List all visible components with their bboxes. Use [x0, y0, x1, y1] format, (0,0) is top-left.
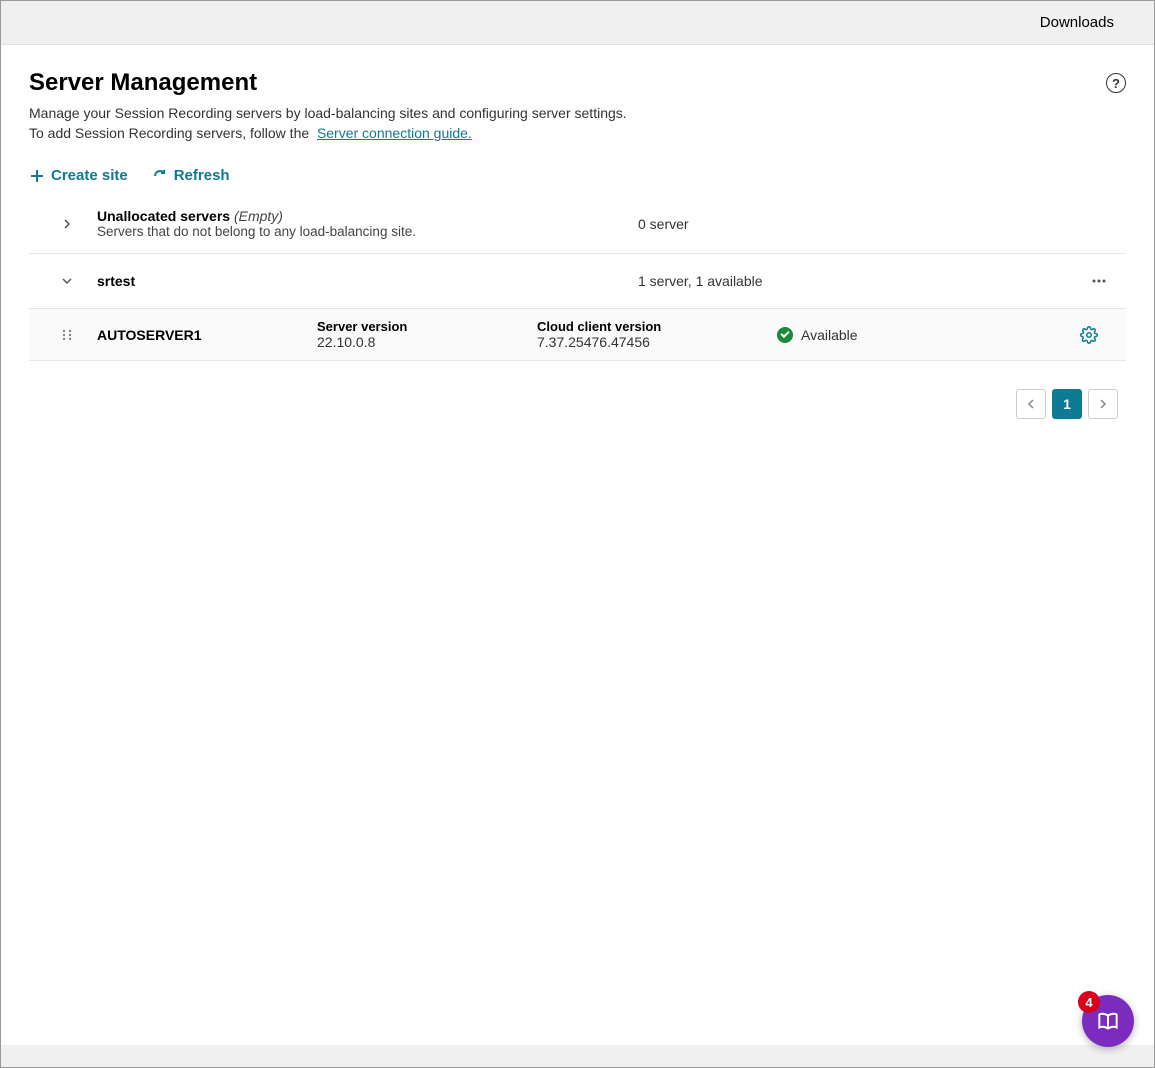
status-block: Available: [757, 327, 1037, 343]
help-icon[interactable]: ?: [1106, 73, 1126, 93]
help-fab-button[interactable]: 4: [1082, 995, 1134, 1047]
pagination: 1: [29, 389, 1126, 419]
server-connection-guide-link[interactable]: Server connection guide.: [317, 125, 472, 141]
refresh-label: Refresh: [174, 167, 230, 184]
downloads-link[interactable]: Downloads: [1040, 14, 1114, 31]
page-1-button[interactable]: 1: [1052, 389, 1082, 419]
refresh-icon: [152, 168, 168, 184]
unallocated-count: 0 server: [638, 216, 1038, 232]
top-bar: Downloads: [1, 1, 1154, 45]
site-more-actions[interactable]: [1038, 272, 1118, 290]
server-name: AUTOSERVER1: [97, 327, 317, 343]
server-settings-button[interactable]: [1037, 326, 1118, 344]
chevron-right-icon: [1097, 398, 1109, 410]
chevron-left-icon: [1025, 398, 1037, 410]
plus-icon: [29, 168, 45, 184]
client-version-block: Cloud client version 7.37.25476.47456: [537, 319, 757, 350]
desc-prefix: To add Session Recording servers, follow…: [29, 125, 309, 141]
server-version-label: Server version: [317, 319, 537, 334]
page-title: Server Management: [29, 69, 627, 97]
status-text: Available: [801, 327, 858, 343]
drag-handle[interactable]: [37, 328, 97, 342]
server-version-block: Server version 22.10.0.8: [317, 319, 537, 350]
site-name: srtest: [97, 273, 638, 289]
client-version-value: 7.37.25476.47456: [537, 334, 757, 350]
expand-toggle-unallocated[interactable]: [37, 216, 97, 232]
server-row: AUTOSERVER1 Server version 22.10.0.8 Clo…: [29, 309, 1126, 361]
server-version-value: 22.10.0.8: [317, 334, 537, 350]
book-icon: [1095, 1008, 1121, 1034]
drag-vertical-icon: [60, 328, 74, 342]
check-circle-icon: [777, 327, 793, 343]
main-content: Server Management Manage your Session Re…: [1, 45, 1154, 1045]
chevron-down-icon: [59, 273, 75, 289]
site-row-srtest: srtest 1 server, 1 available: [29, 254, 1126, 309]
refresh-button[interactable]: Refresh: [152, 167, 230, 184]
site-count: 1 server, 1 available: [638, 273, 1038, 289]
chevron-right-icon: [59, 216, 75, 232]
page-description-2: To add Session Recording servers, follow…: [29, 125, 627, 141]
client-version-label: Cloud client version: [537, 319, 757, 334]
notification-badge: 4: [1078, 991, 1100, 1013]
page-description-1: Manage your Session Recording servers by…: [29, 105, 627, 121]
more-horizontal-icon: [1090, 272, 1108, 290]
action-row: Create site Refresh: [29, 167, 1126, 184]
create-site-label: Create site: [51, 167, 128, 184]
unallocated-servers-row: Unallocated servers (Empty) Servers that…: [29, 194, 1126, 254]
page-prev-button[interactable]: [1016, 389, 1046, 419]
create-site-button[interactable]: Create site: [29, 167, 128, 184]
site-list: Unallocated servers (Empty) Servers that…: [29, 194, 1126, 361]
unallocated-title: Unallocated servers (Empty): [97, 208, 638, 224]
expand-toggle-srtest[interactable]: [37, 273, 97, 289]
unallocated-subtitle: Servers that do not belong to any load-b…: [97, 224, 638, 239]
page-next-button[interactable]: [1088, 389, 1118, 419]
gear-icon: [1080, 326, 1098, 344]
